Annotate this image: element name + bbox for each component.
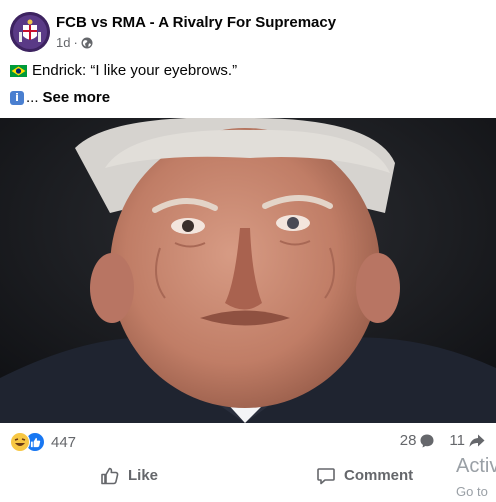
post-stats: 447 28 11 (10, 432, 486, 454)
comment-bubble-icon (420, 434, 434, 447)
watermark-line1: Activ (456, 455, 496, 477)
thumbs-up-icon (101, 467, 119, 484)
post-meta: 1d · (56, 35, 93, 50)
reaction-count[interactable]: 447 (51, 434, 76, 451)
comment-button[interactable]: Comment (316, 458, 413, 493)
info-icon: i (10, 90, 24, 105)
windows-activation-watermark: Activ Go to (456, 456, 496, 502)
comment-icon (317, 467, 335, 484)
ellipsis: ... (26, 89, 39, 106)
brazil-flag-icon (10, 64, 27, 77)
share-arrow-icon (469, 434, 485, 447)
page-avatar[interactable] (10, 12, 50, 52)
post-header: FCB vs RMA - A Rivalry For Supremacy 1d … (10, 12, 480, 54)
haha-reaction-icon (10, 432, 30, 452)
post-text-line1: Endrick: “I like your eyebrows.” (10, 62, 237, 79)
see-more-link[interactable]: See more (43, 89, 111, 106)
post-action-bar: Like Comment (0, 458, 496, 493)
comment-count[interactable]: 28 (400, 432, 436, 449)
club-crest-icon (10, 12, 50, 52)
engagement-counts: 28 11 (400, 432, 486, 449)
comment-count-value: 28 (399, 432, 417, 449)
post-photo[interactable] (0, 118, 496, 423)
meta-separator: · (73, 35, 78, 50)
watermark-line2: Go to (456, 484, 488, 499)
like-label: Like (128, 467, 159, 484)
post-text: Endrick: “I like your eyebrows.” (32, 62, 238, 79)
share-count-value: 11 (449, 432, 465, 449)
comment-label: Comment (344, 467, 414, 484)
page-name-link[interactable]: FCB vs RMA - A Rivalry For Supremacy (56, 14, 336, 31)
like-button[interactable]: Like (100, 458, 158, 493)
share-count[interactable]: 11 (449, 432, 486, 449)
globe-icon[interactable] (81, 37, 93, 49)
photo-illustration (0, 118, 496, 423)
post-text-line2: i ... See more (10, 89, 110, 106)
reactions-summary[interactable]: 447 (10, 432, 76, 452)
post-time[interactable]: 1d (56, 35, 70, 50)
